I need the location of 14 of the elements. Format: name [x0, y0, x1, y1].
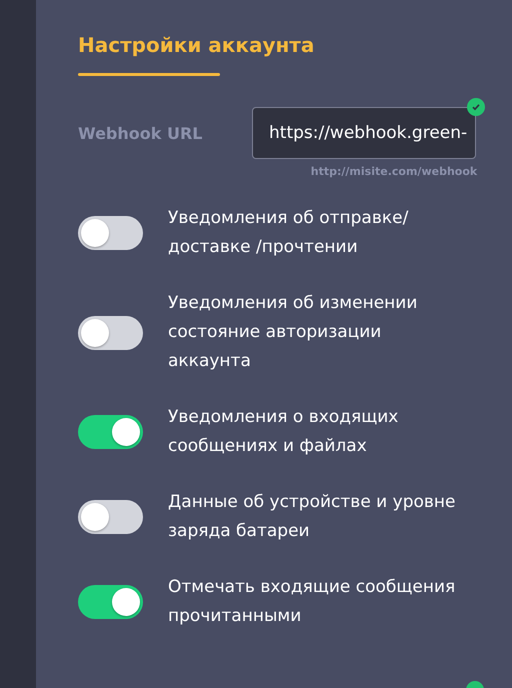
webhook-url-field[interactable]: https://webhook.green-	[252, 107, 476, 159]
toggle-switch[interactable]	[78, 216, 143, 250]
setting-label: Уведомления об изменении состояние авторизации аккаунта	[168, 292, 418, 373]
setting-label: Уведомления об отправке/доставке /прочтении	[168, 207, 410, 259]
toggle-switch[interactable]	[78, 500, 143, 534]
field-label: Webhook URL	[78, 124, 204, 142]
section-title: Настройки аккаунта	[78, 32, 316, 59]
setting-label: Уведомления о входящих сообщениях и файлах	[168, 406, 400, 458]
toggle-switch[interactable]	[78, 316, 143, 350]
setting-label: Отмечать входящие сообщения прочитанными	[168, 576, 456, 628]
toggle-switch[interactable]	[78, 585, 143, 619]
setting-label: Данные об устройстве и уровне заряда батареи	[168, 491, 456, 543]
field-hint: http://misite.com/webhook	[310, 165, 478, 178]
toggle-switch[interactable]	[78, 415, 143, 449]
